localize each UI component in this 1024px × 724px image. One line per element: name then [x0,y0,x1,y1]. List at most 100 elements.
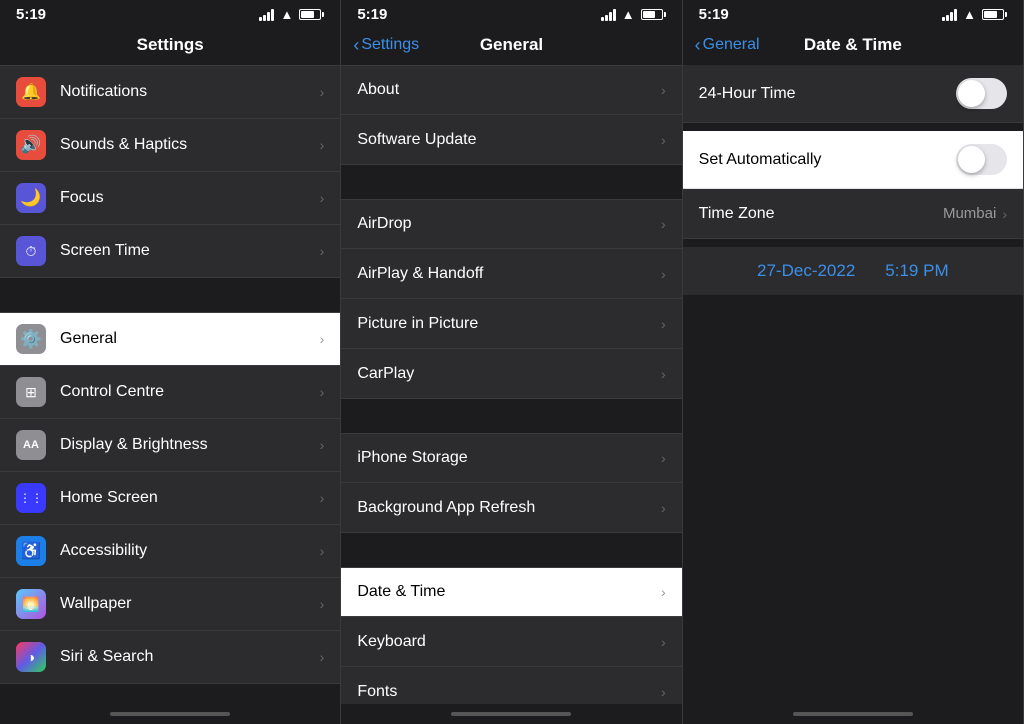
group-spacer-2 [0,684,340,704]
pip-label: Picture in Picture [357,315,661,333]
airdrop-item[interactable]: AirDrop › [341,199,681,249]
set-auto-toggle[interactable] [956,144,1007,175]
sounds-label: Sounds & Haptics [60,136,320,154]
date-time-display: 27-Dec-2022 5:19 PM [683,247,1023,295]
back-label-3: General [703,36,760,54]
pip-item[interactable]: Picture in Picture › [341,299,681,349]
sidebar-item-notifications[interactable]: 🔔 Notifications › [0,65,340,119]
sidebar-item-focus[interactable]: 🌙 Focus › [0,172,340,225]
notifications-icon: 🔔 [16,77,46,107]
software-label: Software Update [357,131,661,149]
general-label: General [60,330,320,348]
about-item[interactable]: About › [341,65,681,115]
nav-bar-2: ‹ Settings General [341,27,681,65]
timezone-row[interactable]: Time Zone Mumbai › [683,189,1023,239]
24hour-toggle[interactable] [956,78,1007,109]
software-update-item[interactable]: Software Update › [341,115,681,165]
dt-spacer [683,123,1023,131]
sidebar-item-screentime[interactable]: ⏱ Screen Time › [0,225,340,278]
keyboard-item[interactable]: Keyboard › [341,617,681,667]
siri-label: Siri & Search [60,648,320,666]
fonts-item[interactable]: Fonts › [341,667,681,704]
sidebar-item-siri[interactable]: ◑ Siri & Search › [0,631,340,684]
chevron-icon: › [661,684,666,700]
chevron-icon: › [661,500,666,516]
signal-icon-2 [601,9,616,21]
airplay-label: AirPlay & Handoff [357,265,661,283]
home-bar-2 [451,712,571,716]
wallpaper-icon: 🌅 [16,589,46,619]
chevron-icon: › [320,490,325,506]
back-chevron: ‹ [353,36,359,54]
panel2-title: General [480,35,543,55]
back-chevron-3: ‹ [695,36,701,54]
chevron-icon: › [661,366,666,382]
back-to-general[interactable]: ‹ General [695,36,760,54]
chevron-icon: › [320,84,325,100]
control-icon: ⊞ [16,377,46,407]
date-time-label: Date & Time [357,583,661,601]
airplay-item[interactable]: AirPlay & Handoff › [341,249,681,299]
set-auto-label: Set Automatically [699,151,956,169]
sidebar-item-general[interactable]: ⚙️ General › [0,312,340,366]
general-group-1: About › Software Update › [341,65,681,165]
bg-refresh-item[interactable]: Background App Refresh › [341,483,681,533]
chevron-icon: › [320,649,325,665]
date-time-item[interactable]: Date & Time › [341,567,681,617]
chevron-icon: › [320,190,325,206]
settings-group-2: ⚙️ General › ⊞ Control Centre › AA Displ… [0,312,340,684]
sidebar-item-homescreen[interactable]: ⋮⋮ Home Screen › [0,472,340,525]
chevron-icon: › [661,82,666,98]
sidebar-item-control[interactable]: ⊞ Control Centre › [0,366,340,419]
screentime-label: Screen Time [60,242,320,260]
sidebar-item-display[interactable]: AA Display & Brightness › [0,419,340,472]
set-auto-group: Set Automatically Time Zone Mumbai › [683,131,1023,239]
timezone-chevron: › [1002,206,1007,222]
focus-label: Focus [60,189,320,207]
timezone-value: Mumbai [943,205,996,222]
signal-icon [259,9,274,21]
status-bar-1: 5:19 ▲ [0,0,340,27]
set-auto-row: Set Automatically [683,131,1023,189]
panel3-title: Date & Time [804,35,902,55]
chevron-icon: › [320,331,325,347]
status-time-3: 5:19 [699,6,729,23]
carplay-item[interactable]: CarPlay › [341,349,681,399]
general-panel: 5:19 ▲ ‹ Settings General About › [341,0,682,724]
general-icon: ⚙️ [16,324,46,354]
homescreen-icon: ⋮⋮ [16,483,46,513]
wifi-icon: ▲ [280,7,293,22]
storage-item[interactable]: iPhone Storage › [341,433,681,483]
signal-icon-3 [942,9,957,21]
chevron-icon: › [661,132,666,148]
sidebar-item-sounds[interactable]: 🔊 Sounds & Haptics › [0,119,340,172]
timezone-label: Time Zone [699,205,943,223]
status-bar-3: 5:19 ▲ [683,0,1023,27]
focus-icon: 🌙 [16,183,46,213]
dt-spacer-2 [683,239,1023,247]
date-value[interactable]: 27-Dec-2022 [757,261,855,281]
chevron-icon: › [320,543,325,559]
general-group-3: iPhone Storage › Background App Refresh … [341,433,681,533]
accessibility-icon: ♿ [16,536,46,566]
home-indicator-1 [0,704,340,724]
display-label: Display & Brightness [60,436,320,454]
display-icon: AA [16,430,46,460]
chevron-icon: › [661,450,666,466]
wifi-icon-3: ▲ [963,7,976,22]
time-value[interactable]: 5:19 PM [885,261,948,281]
status-icons-3: ▲ [942,7,1007,22]
wallpaper-label: Wallpaper [60,595,320,613]
sidebar-item-wallpaper[interactable]: 🌅 Wallpaper › [0,578,340,631]
battery-icon-2 [641,9,666,20]
battery-icon [299,9,324,20]
nav-bar-3: ‹ General Date & Time [683,27,1023,65]
24hour-row: 24-Hour Time [683,65,1023,123]
keyboard-label: Keyboard [357,633,661,651]
sidebar-item-accessibility[interactable]: ♿ Accessibility › [0,525,340,578]
group-spacer [0,278,340,312]
screentime-icon: ⏱ [16,236,46,266]
back-to-settings[interactable]: ‹ Settings [353,36,419,54]
24hour-label: 24-Hour Time [699,85,956,103]
nav-bar-1: Settings [0,27,340,65]
